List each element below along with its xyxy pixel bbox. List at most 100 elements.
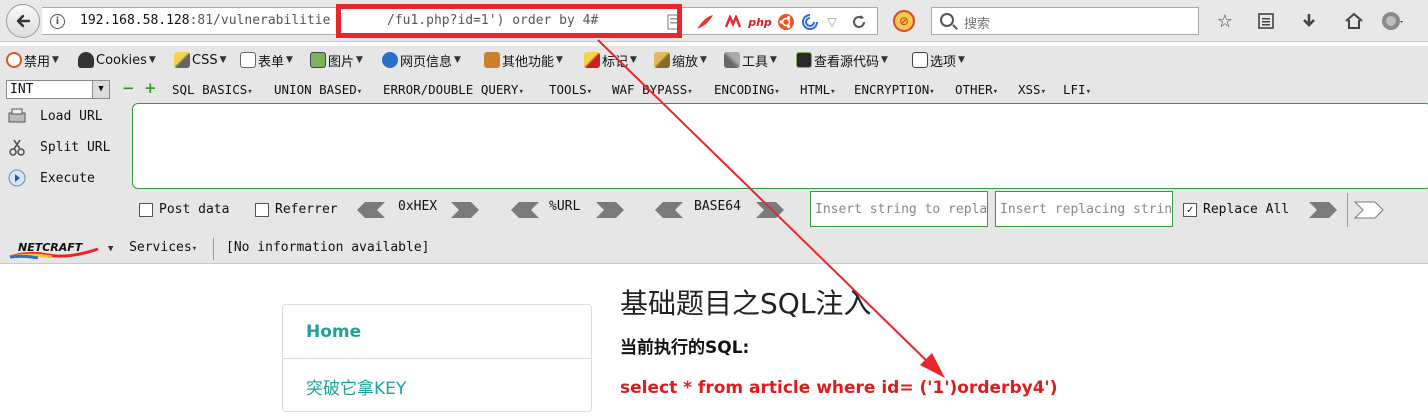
hb-menu-xss[interactable]: XSS▾ [1018,82,1046,97]
current-sql-label: 当前执行的SQL: [620,338,750,358]
hb-menu-tools-caret: ▾ [586,87,593,97]
side-nav-key[interactable]: 突破它拿KEY [283,359,591,413]
menu-misc[interactable]: 其他功能 ▼ [484,50,563,70]
hb-menu-union-based[interactable]: UNION BASED▾ [274,82,362,97]
web-developer-toolbar: 禁用 ▼ Cookies ▼ CSS ▼ 表单 ▼ 图片 ▼ 网页信息 ▼ 其他功能 ▼ 标 [0,46,1428,74]
hb-menu-encryption[interactable]: ENCRYPTION▾ [854,82,935,97]
menu-images[interactable]: 图片 ▼ [310,50,363,70]
execute-label: Execute [40,170,95,186]
url-decode-right-arrow-icon[interactable] [595,201,625,219]
profile-globe-icon[interactable] [1380,10,1404,32]
increase-icon[interactable]: + [144,81,157,96]
referrer-checkbox-box[interactable] [255,202,269,217]
netcraft-toolbar: NETCRAFT ▼ Services▾ [No information ava… [0,234,1428,264]
menu-images-caret: ▼ [356,55,363,65]
menu-page-info-label: 网页信息 [400,54,453,70]
hb-menu-other[interactable]: OTHER▾ [955,82,998,97]
hb-menu-sql-basics-label: SQL BASICS [172,82,248,97]
netcraft-info: [No information available] [226,240,430,255]
spiral-icon[interactable] [800,13,820,31]
decrease-icon[interactable]: − [122,81,135,96]
url-text[interactable]: 192.168.58.128:81/vulnerabilitie [80,13,330,28]
menu-view-source[interactable]: 查看源代码 ▼ [796,50,888,70]
feather-icon[interactable] [694,13,716,31]
navigation-bar: i 192.168.58.128:81/vulnerabilitie /fu1.… [0,0,1428,42]
hb-menu-lfi-caret: ▾ [1085,87,1091,97]
side-nav-home[interactable]: Home [283,305,591,359]
hex-encode-left-arrow-icon[interactable] [356,201,386,219]
replace-reverse-arrow-icon[interactable] [1354,201,1384,219]
download-icon[interactable] [1297,10,1321,32]
reload-button[interactable] [849,12,869,32]
hb-menu-encryption-caret: ▾ [929,87,935,97]
hb-menu-html[interactable]: HTML▾ [800,82,836,97]
menu-css[interactable]: CSS ▼ [174,50,227,70]
hb-menu-encoding-caret: ▾ [774,87,780,97]
replace-right-arrow-icon[interactable] [1308,201,1338,219]
split-url-button[interactable]: Split URL [8,138,110,156]
menu-options[interactable]: 选项 ▼ [912,50,965,70]
menu-cookies[interactable]: Cookies ▼ [78,50,156,70]
menu-css-caret: ▼ [219,55,227,65]
menu-page-info[interactable]: 网页信息 ▼ [382,50,461,70]
hb-menu-tools-label: TOOLS [549,82,587,97]
search-bar[interactable]: 搜索 [931,7,1199,35]
menu-tools[interactable]: 工具 ▼ [724,50,777,70]
execute-button[interactable]: Execute [8,169,95,187]
replace-all-checkbox-box[interactable]: ✓ [1183,202,1197,217]
dropdown-chevron-icon[interactable]: ▽ [824,13,840,31]
post-data-checkbox-box[interactable] [139,202,153,217]
url-encode-left-arrow-icon[interactable] [510,201,540,219]
base64-decode-right-arrow-icon[interactable] [755,201,785,219]
hb-menu-waf-bypass-caret: ▾ [687,87,693,97]
ubuntu-icon[interactable] [776,13,796,31]
hackbar-url-textarea[interactable] [132,103,1428,189]
noscript-icon[interactable]: ⊘ [893,10,915,32]
info-icon [382,52,398,68]
hb-menu-error-double-query-label: ERROR/DOUBLE QUERY [383,82,519,97]
split-url-icon [9,139,25,156]
php-icon[interactable]: php [748,13,772,31]
netcraft-logo-icon[interactable]: NETCRAFT [8,239,100,259]
hb-menu-error-double-query[interactable]: ERROR/DOUBLE QUERY▾ [383,82,524,97]
hb-menu-sql-basics[interactable]: SQL BASICS▾ [172,82,253,97]
referrer-label: Referrer [275,202,338,217]
menu-cookies-caret: ▼ [148,55,156,65]
home-icon[interactable] [1342,10,1366,32]
menu-zoom[interactable]: 缩放 ▼ [654,50,707,70]
int-select[interactable]: INT ▼ [6,80,110,99]
hex-decode-right-arrow-icon[interactable] [450,201,480,219]
load-url-button[interactable]: Load URL [8,108,103,124]
post-data-checkbox[interactable]: Post data [139,202,229,217]
insert-replacing-input[interactable]: Insert replacing strin [995,191,1173,227]
hb-menu-waf-bypass[interactable]: WAF BYPASS▾ [612,82,693,97]
site-info-icon[interactable]: i [50,14,65,29]
base64-encode-left-arrow-icon[interactable] [654,201,684,219]
menu-mark[interactable]: 标记 ▼ [584,50,637,70]
netcraft-services-label: Services [129,240,192,255]
hackbar: INT ▼ − + SQL BASICS▾ UNION BASED▾ ERROR… [0,74,1428,234]
hb-menu-tools[interactable]: TOOLS▾ [549,82,592,97]
netcraft-logo-text: NETCRAFT [18,241,84,254]
hb-menu-union-based-label: UNION BASED [274,82,357,97]
hb-menu-lfi-label: LFI [1063,82,1086,97]
hb-menu-html-caret: ▾ [830,87,836,97]
menu-form[interactable]: 表单 ▼ [240,50,293,70]
menu-page-info-caret: ▼ [454,55,461,65]
bookmarks-list-icon[interactable] [1254,10,1278,32]
back-button[interactable] [6,4,40,38]
bookmark-star-icon[interactable]: ☆ [1213,10,1237,32]
menu-disable[interactable]: 禁用 ▼ [6,50,59,70]
referrer-checkbox[interactable]: Referrer [255,202,338,217]
search-placeholder: 搜索 [964,17,991,32]
menu-css-label: CSS [192,52,218,68]
hackbar-logo-icon[interactable] [724,13,746,31]
hb-menu-encoding[interactable]: ENCODING▾ [714,82,780,97]
hb-menu-lfi[interactable]: LFI▾ [1063,82,1091,97]
insert-string-input[interactable]: Insert string to repla [810,191,988,227]
menu-mark-caret: ▼ [630,55,637,65]
menu-cookies-label: Cookies [96,52,147,68]
replace-all-checkbox[interactable]: ✓ Replace All [1183,202,1289,217]
netcraft-services-menu[interactable]: ▼ Services▾ [108,240,197,255]
int-select-dropdown-icon[interactable]: ▼ [92,81,109,98]
